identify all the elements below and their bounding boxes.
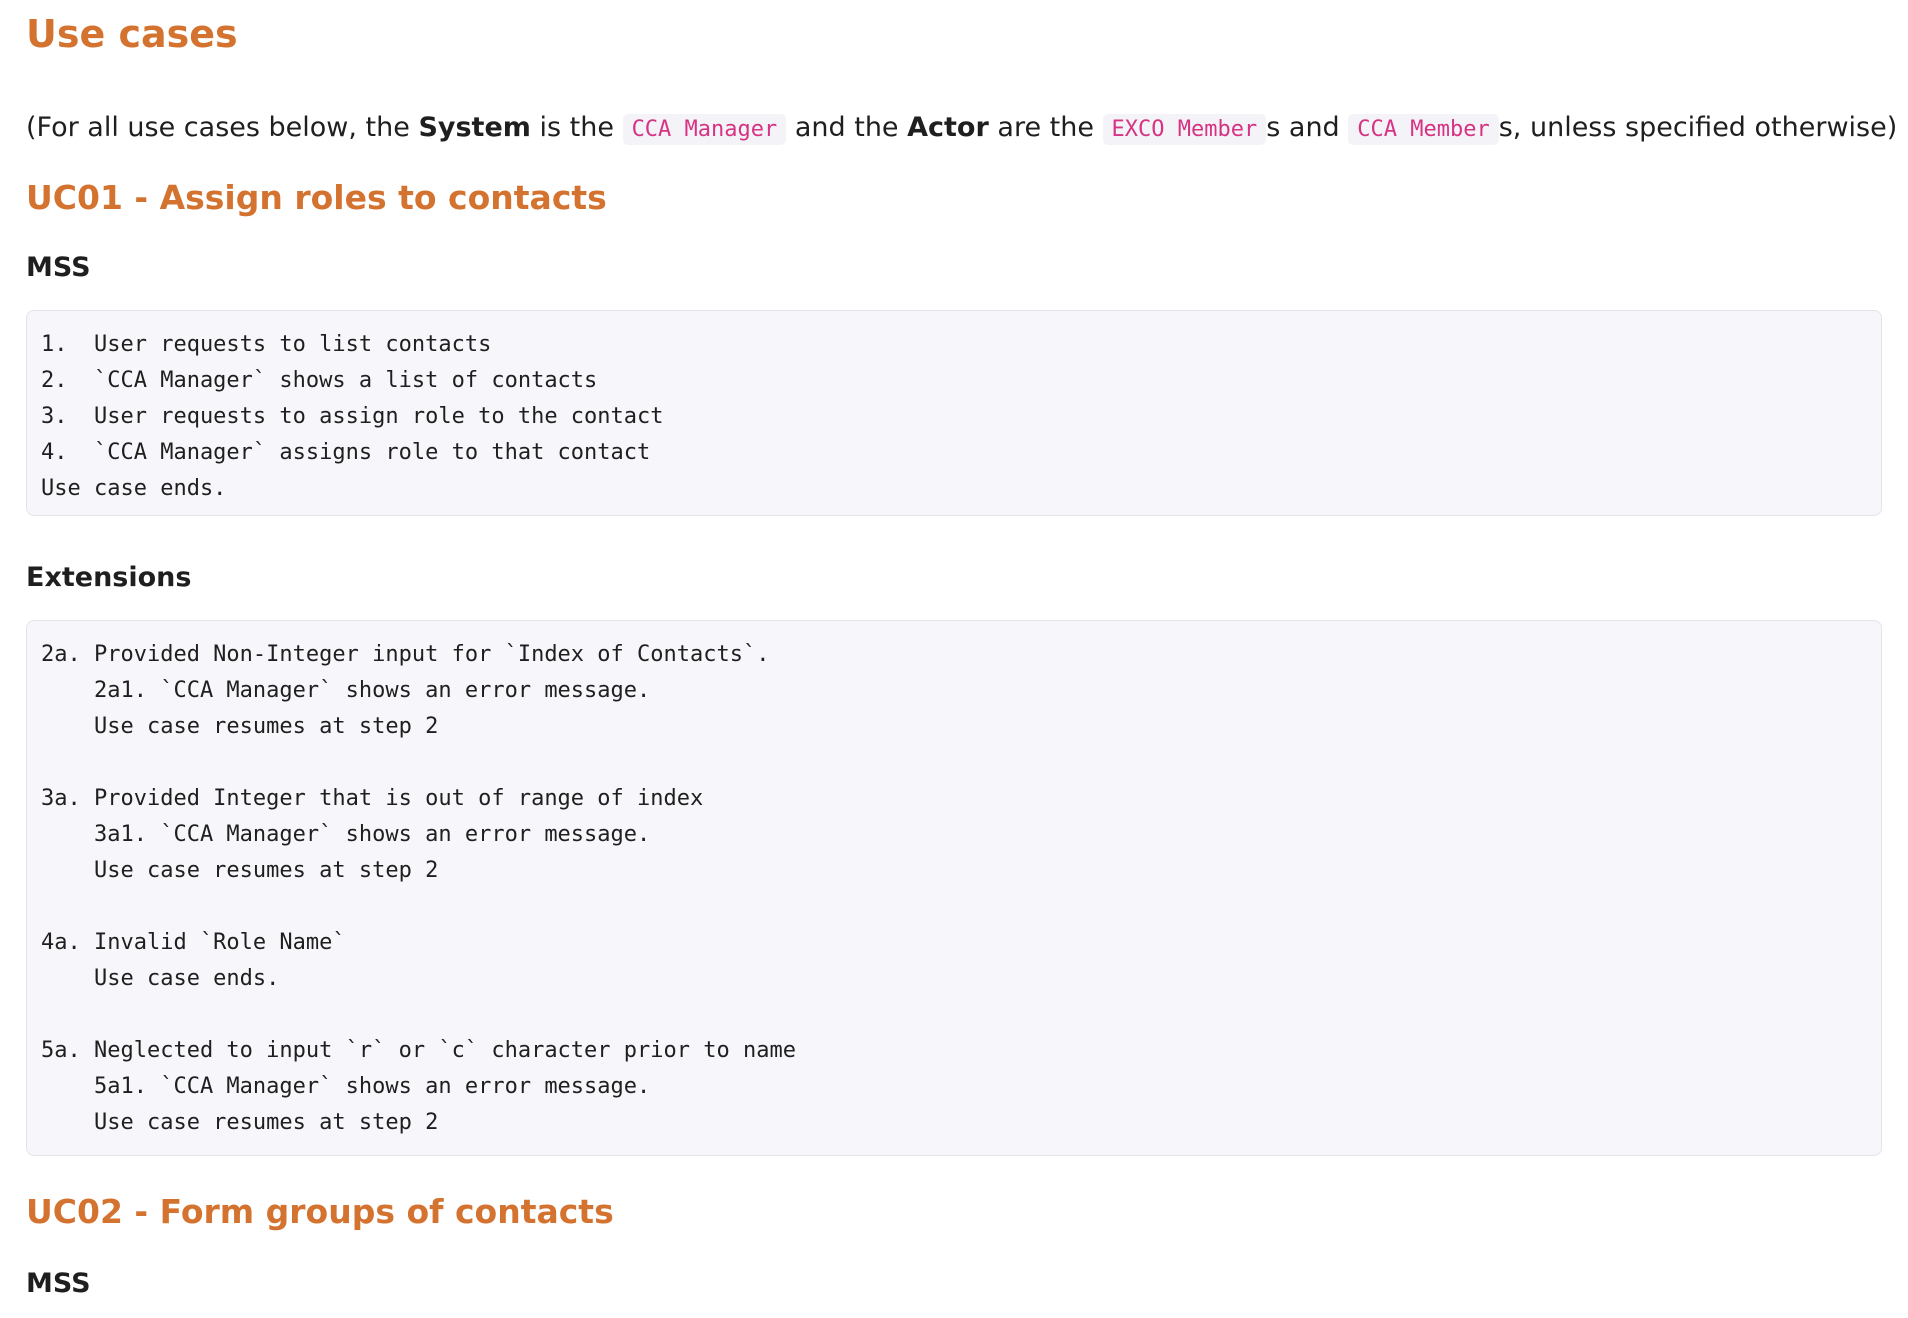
inline-code-cca-manager: CCA Manager [622,114,787,145]
mss-line: Use case ends. [41,476,227,501]
extension-step: 5a1. `CCA Manager` shows an error messag… [41,1074,651,1099]
document-page: Use cases (For all use cases below, the … [0,0,1908,1302]
extension-title: 5a. Neglected to input `r` or `c` charac… [41,1038,796,1063]
mss-line: 4. `CCA Manager` assigns role to that co… [41,440,651,465]
uc02-mss-heading: MSS [26,1268,91,1299]
extension-step: Use case resumes at step 2 [41,858,439,883]
extension-title: 4a. Invalid `Role Name` [41,930,346,955]
extension-step: Use case resumes at step 2 [41,714,439,739]
extension-title: 3a. Provided Integer that is out of rang… [41,786,704,811]
uc02-heading: UC02 - Form groups of contacts [26,1192,614,1231]
uc01-mss-code-block: 1. User requests to list contacts 2. `CCA… [26,310,1882,516]
intro-s-and: s and [1266,112,1349,143]
intro-and-the: and the [786,112,908,143]
mss-line: 3. User requests to assign role to the c… [41,404,664,429]
page-title: Use cases [26,12,238,56]
intro-actor-word: Actor [907,112,989,143]
mss-line: 2. `CCA Manager` shows a list of contact… [41,368,598,393]
extension-step: 2a1. `CCA Manager` shows an error messag… [41,678,651,703]
inline-code-cca-member: CCA Member [1348,114,1499,145]
extension-step: Use case resumes at step 2 [41,1110,439,1135]
intro-suffix: s, unless specified otherwise) [1498,112,1898,143]
uc01-mss-heading: MSS [26,252,91,283]
intro-prefix: (For all use cases below, the [26,112,419,143]
intro-system-word: System [418,112,531,143]
uc01-heading: UC01 - Assign roles to contacts [26,178,607,217]
intro-paragraph: (For all use cases below, the System is … [26,110,1897,148]
uc01-extensions-heading: Extensions [26,562,192,593]
inline-code-exco-member: EXCO Member [1102,114,1267,145]
intro-is-the: is the [530,112,623,143]
extension-title: 2a. Provided Non-Integer input for `Inde… [41,642,770,667]
mss-line: 1. User requests to list contacts [41,332,492,357]
extension-step: 3a1. `CCA Manager` shows an error messag… [41,822,651,847]
extension-step: Use case ends. [41,966,280,991]
uc01-extensions-code-block: 2a. Provided Non-Integer input for `Inde… [26,620,1882,1156]
intro-are-the: are the [988,112,1103,143]
